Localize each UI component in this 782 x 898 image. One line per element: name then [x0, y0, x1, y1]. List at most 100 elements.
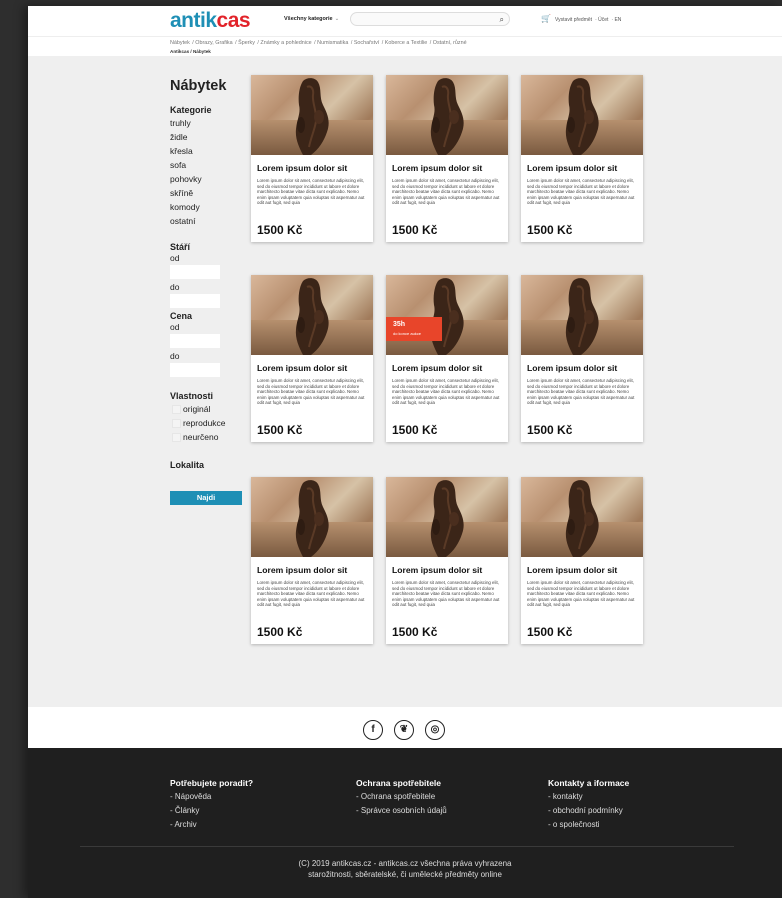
product-image[interactable] [521, 75, 643, 155]
category-link-skrine[interactable]: skříně [170, 186, 250, 200]
product-image[interactable]: 35h do konce aukce [386, 275, 508, 355]
menu-item-nabytek[interactable]: Nábytek [170, 40, 190, 46]
header-link-sell[interactable]: Vystavit předmět [555, 17, 592, 23]
product-card[interactable]: Lorem ipsum dolor sit Lorem ipsum dolor s… [521, 477, 643, 644]
product-title[interactable]: Lorem ipsum dolor sit [257, 363, 347, 373]
footer-link[interactable]: - Články [170, 804, 253, 818]
twitter-icon[interactable]: ❦ [394, 720, 414, 740]
product-image[interactable] [251, 75, 373, 155]
category-select[interactable]: Všechny kategorie ⌄ [284, 16, 339, 22]
footer-link[interactable]: - Archiv [170, 818, 253, 832]
menu-item-socharstvi[interactable]: Sochařství [354, 40, 379, 46]
logo[interactable]: antikcas [170, 9, 251, 33]
location-select[interactable]: Lokalita [170, 460, 250, 470]
category-link-kresla[interactable]: křesla [170, 144, 250, 158]
product-image[interactable] [521, 477, 643, 557]
product-title[interactable]: Lorem ipsum dolor sit [392, 163, 482, 173]
age-from-input[interactable] [170, 265, 220, 279]
property-checkbox-reprodukce[interactable]: reprodukce [170, 416, 250, 430]
category-link-ostatni[interactable]: ostatní [170, 214, 250, 228]
product-price: 1500 Kč [527, 223, 573, 237]
product-description: Lorem ipsum dolor sit amet, consectetur … [527, 178, 635, 206]
age-to-input[interactable] [170, 294, 220, 308]
category-nav: Nábytek / Obrazy, Grafika / Šperky / Zná… [28, 36, 782, 56]
category-link-truhly[interactable]: truhly [170, 116, 250, 130]
category-link-zidle[interactable]: židle [170, 130, 250, 144]
product-description: Lorem ipsum dolor sit amet, consectetur … [527, 580, 635, 608]
footer-link[interactable]: - kontakty [548, 790, 629, 804]
footer-heading: Potřebujete poradit? [170, 778, 254, 788]
menu-item-znamky[interactable]: Známky a pohlednice [260, 40, 311, 46]
facebook-icon[interactable]: f [363, 720, 383, 740]
price-from-input[interactable] [170, 334, 220, 348]
logo-part-cas: cas [216, 9, 251, 32]
product-card[interactable]: Lorem ipsum dolor sit Lorem ipsum dolor s… [251, 75, 373, 242]
category-select-label: Všechny kategorie [284, 16, 333, 22]
footer-link[interactable]: - Nápověda [170, 790, 253, 804]
search-icon[interactable]: ⌕ [500, 15, 504, 25]
category-link-pohovky[interactable]: pohovky [170, 172, 250, 186]
menu-item-sperky[interactable]: Šperky [238, 40, 255, 46]
product-title[interactable]: Lorem ipsum dolor sit [527, 163, 617, 173]
footer-link[interactable]: - Správce osobních údajů [356, 804, 447, 818]
header-links: Vystavit předmět · Účet · EN [555, 17, 622, 23]
find-button[interactable]: Najdi [170, 491, 242, 505]
location-heading: Lokalita [170, 460, 205, 470]
property-checkbox-neurceno[interactable]: neurčeno [170, 430, 250, 444]
product-title[interactable]: Lorem ipsum dolor sit [257, 163, 347, 173]
chevron-down-icon: ⌄ [334, 16, 340, 22]
header: antikcas Všechny kategorie ⌄ ⌕ 🛒 Vystavit… [28, 6, 782, 36]
menu-item-koberce[interactable]: Koberce a Textilie [385, 40, 427, 46]
footer-divider [80, 846, 734, 847]
category-link-komody[interactable]: komody [170, 200, 250, 214]
menu-item-obrazy[interactable]: Obrazy, Grafika [195, 40, 232, 46]
instagram-icon[interactable]: ◎ [425, 720, 445, 740]
product-description: Lorem ipsum dolor sit amet, consectetur … [392, 378, 500, 406]
product-title[interactable]: Lorem ipsum dolor sit [257, 565, 347, 575]
product-image[interactable] [386, 477, 508, 557]
product-card[interactable]: Lorem ipsum dolor sit Lorem ipsum dolor s… [521, 275, 643, 442]
product-card[interactable]: Lorem ipsum dolor sit Lorem ipsum dolor s… [251, 275, 373, 442]
search-input[interactable]: ⌕ [350, 12, 510, 26]
product-description: Lorem ipsum dolor sit amet, consectetur … [392, 580, 500, 608]
product-image[interactable] [521, 275, 643, 355]
menu-item-numismatika[interactable]: Numismatika [317, 40, 348, 46]
product-card[interactable]: 35h do konce aukce Lorem ipsum dolor sit Lo… [386, 275, 508, 442]
product-card[interactable]: Lorem ipsum dolor sit Lorem ipsum dolor s… [386, 477, 508, 644]
footer-link[interactable]: - o společnosti [548, 818, 629, 832]
property-checkbox-original[interactable]: originál [170, 402, 250, 416]
product-price: 1500 Kč [527, 423, 573, 437]
product-image[interactable] [251, 477, 373, 557]
product-title[interactable]: Lorem ipsum dolor sit [527, 565, 617, 575]
footer-heading: Ochrana spotřebitele [356, 778, 442, 788]
badge-text: do konce aukce [393, 331, 422, 336]
product-image[interactable] [251, 275, 373, 355]
filter-sidebar: Nábytek Kategorie truhly židle křesla so… [170, 78, 250, 505]
product-title[interactable]: Lorem ipsum dolor sit [392, 565, 482, 575]
copyright-line: (C) 2019 antikcas.cz - antikcas.cz všech… [298, 859, 512, 868]
price-to-input[interactable] [170, 363, 220, 377]
header-link-language[interactable]: EN [614, 17, 621, 23]
price-from-label: od [170, 322, 180, 332]
product-card[interactable]: Lorem ipsum dolor sit Lorem ipsum dolor s… [251, 477, 373, 644]
product-card[interactable]: Lorem ipsum dolor sit Lorem ipsum dolor s… [521, 75, 643, 242]
breadcrumb: Antikcas / Nábytek [170, 49, 211, 54]
age-from-label: od [170, 253, 180, 263]
copyright-line: starožitnosti, sběratelské, či umělecké … [308, 870, 502, 879]
footer-heading: Kontakty a iformace [548, 778, 630, 788]
footer-link[interactable]: - obchodní podmínky [548, 804, 629, 818]
categories-heading: Kategorie [170, 105, 212, 115]
product-price: 1500 Kč [257, 423, 303, 437]
menu-item-ostatni[interactable]: Ostatní, různé [433, 40, 467, 46]
product-price: 1500 Kč [392, 223, 438, 237]
product-description: Lorem ipsum dolor sit amet, consectetur … [257, 580, 365, 608]
product-title[interactable]: Lorem ipsum dolor sit [392, 363, 482, 373]
product-image[interactable] [386, 75, 508, 155]
page: antikcas Všechny kategorie ⌄ ⌕ 🛒 Vystavit… [28, 6, 782, 898]
product-card[interactable]: Lorem ipsum dolor sit Lorem ipsum dolor s… [386, 75, 508, 242]
cart-icon[interactable]: 🛒 [541, 14, 551, 23]
footer-link[interactable]: - Ochrana spotřebitele [356, 790, 447, 804]
header-link-account[interactable]: Účet [598, 17, 608, 23]
product-title[interactable]: Lorem ipsum dolor sit [527, 363, 617, 373]
category-link-sofa[interactable]: sofa [170, 158, 250, 172]
